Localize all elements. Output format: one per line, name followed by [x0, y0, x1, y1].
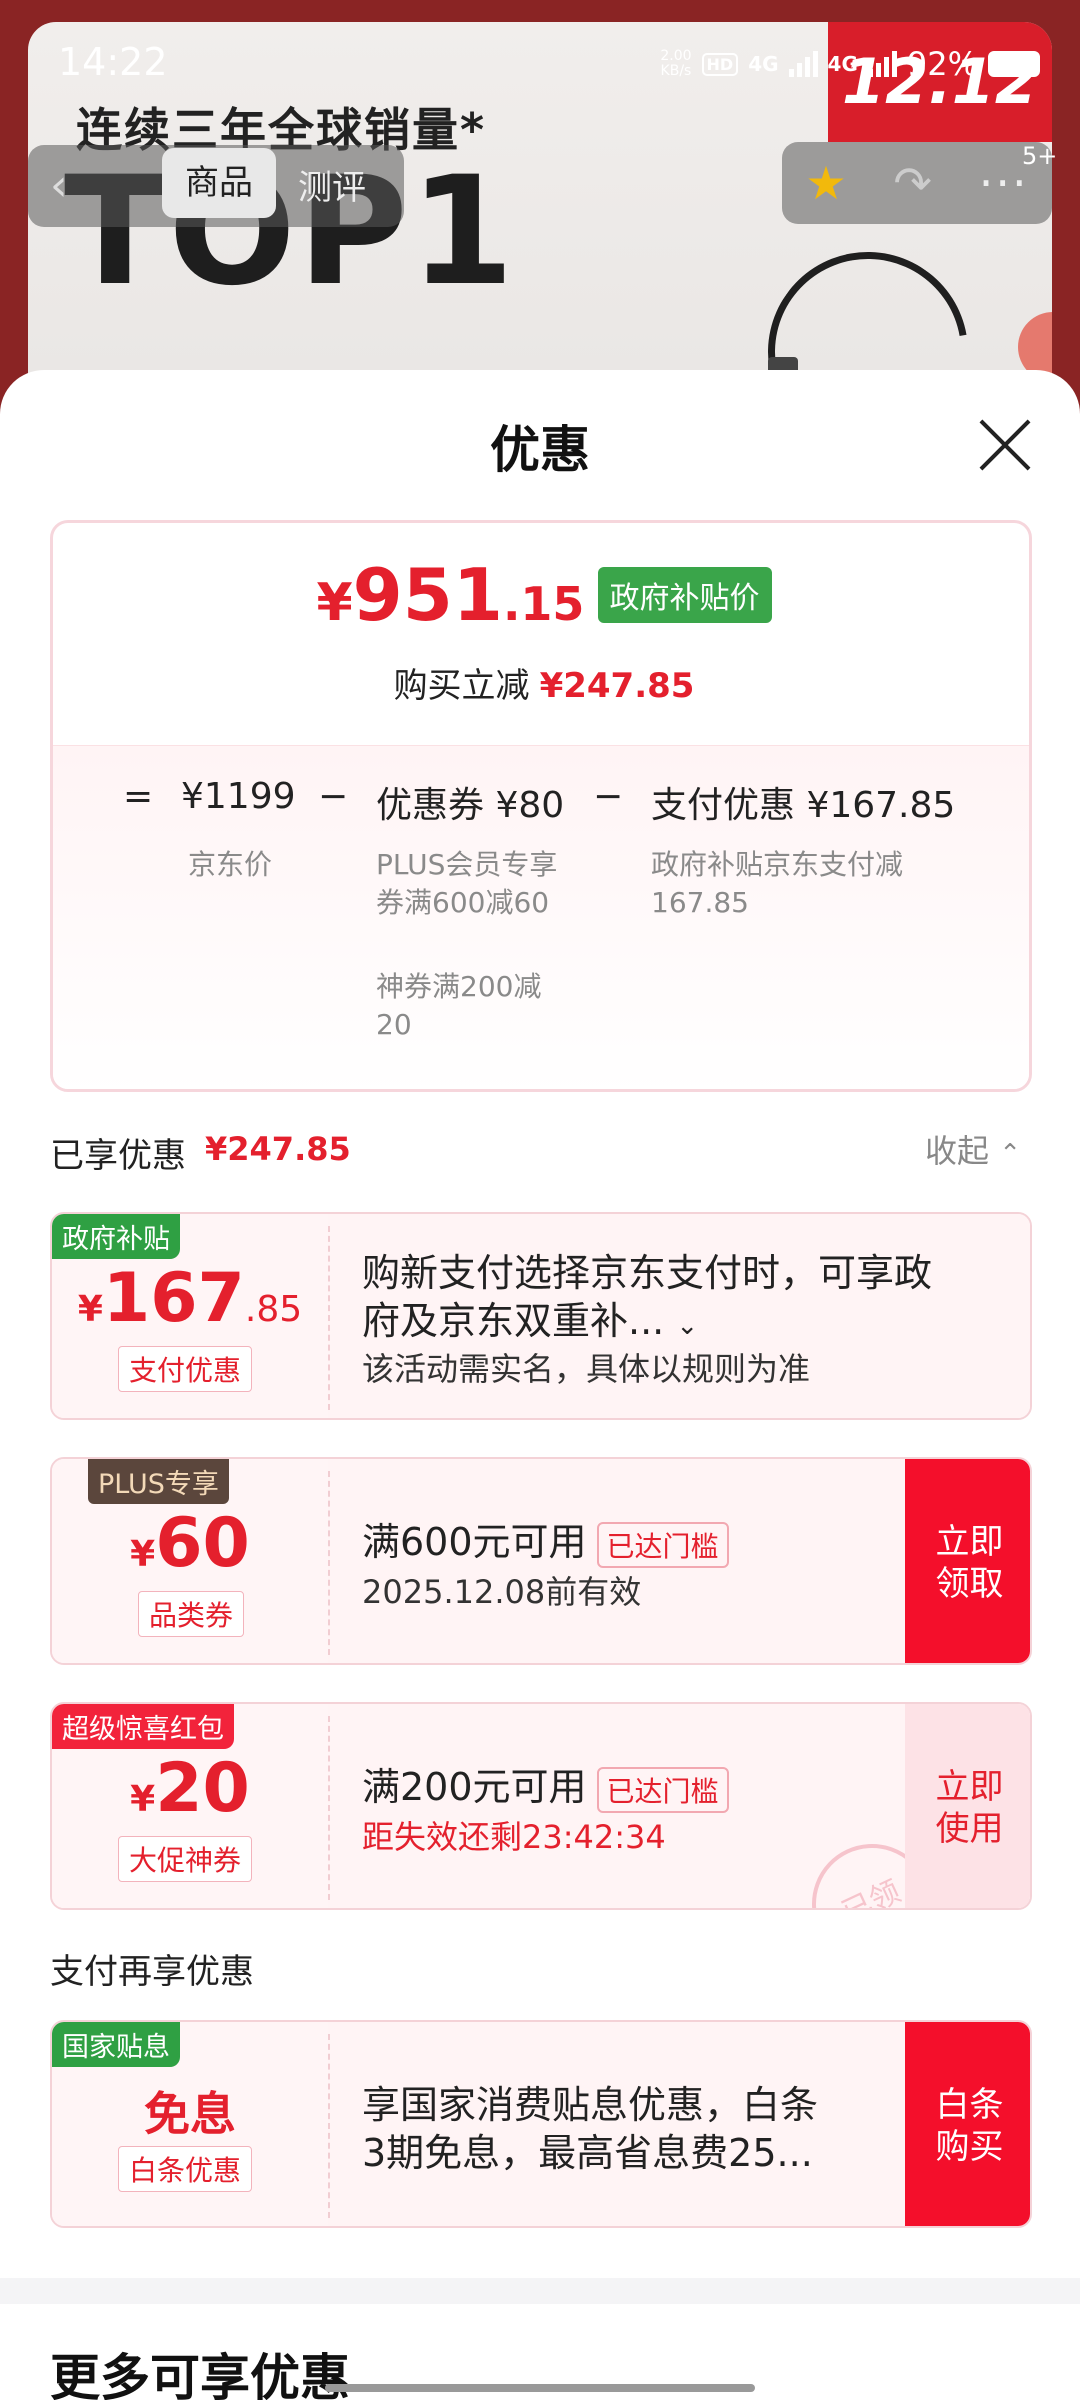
- price-decimal: .15: [502, 577, 585, 631]
- section-separator: [0, 2278, 1080, 2304]
- price-currency: ¥: [316, 573, 353, 633]
- pay-discount-desc: 政府补贴京东支付减167.85: [651, 848, 904, 919]
- coupon-amount: ¥167.85: [77, 1259, 303, 1338]
- collapse-button[interactable]: 收起 ⌃: [925, 1126, 1021, 1172]
- coupon-card-plus: PLUS专享 ¥60 品类券 满600元可用 已达门槛 2025.12.08前有效…: [50, 1457, 1032, 1665]
- hd-icon: HD: [701, 52, 739, 76]
- minus-sign: −: [593, 776, 624, 817]
- coupon-type-label: 大促神券: [118, 1836, 253, 1882]
- network-speed: 2.00 KB/s: [660, 48, 692, 79]
- coupon-amount: ¥60: [130, 1504, 250, 1583]
- coupon-amount: 优惠券 ¥80: [376, 785, 565, 826]
- coupon-threshold: 满200元可用 已达门槛: [362, 1756, 729, 1813]
- equals-sign: =: [123, 776, 154, 817]
- chevron-up-icon: ⌃: [999, 1139, 1021, 1169]
- gov-subsidy-price-tag: 政府补贴价: [597, 567, 772, 623]
- use-coupon-button[interactable]: 立即 使用: [905, 1704, 1030, 1908]
- tab-goods[interactable]: 商品: [162, 148, 276, 218]
- coupon-tag: 政府补贴: [52, 1214, 180, 1259]
- coupon-desc-line2: 3期免息，最高省息费25...: [362, 2131, 813, 2175]
- coupon-desc-line1: 享国家消费贴息优惠，白条: [362, 2083, 819, 2127]
- chevron-down-icon: ⌄: [676, 1311, 699, 1341]
- sim1-label: 4G: [748, 52, 779, 76]
- coupon-countdown: 距失效还剩23:42:34: [362, 1818, 666, 1856]
- interest-free-label: 免息: [144, 2087, 236, 2141]
- jd-price: ¥1199: [181, 776, 296, 817]
- reduction-value: ¥247.85: [539, 666, 695, 706]
- coupon-type-label: 品类券: [138, 1591, 245, 1637]
- coupon-note: 该活动需实名，具体以规则为准: [362, 1350, 811, 1388]
- coupon-tag: 超级惊喜红包: [52, 1704, 234, 1749]
- coupon-divider: [328, 1471, 330, 1655]
- back-icon[interactable]: ‹: [50, 160, 68, 211]
- battery-icon: [988, 51, 1040, 77]
- enjoyed-discount-label: 已享优惠: [50, 1136, 186, 1176]
- purchase-reduction: 购买立减 ¥247.85: [393, 666, 695, 706]
- coupon-desc-plus: PLUS会员专享券满600减60: [376, 848, 558, 919]
- cart-count-badge: 5+: [1022, 142, 1058, 170]
- coupon-divider: [328, 1716, 330, 1900]
- price-summary: ¥951.15 政府补贴价 购买立减 ¥247.85 = ¥1199 京东价 − …: [50, 520, 1032, 1092]
- coupon-desc-shen: 神券满200减20: [376, 970, 542, 1041]
- signal-icon: [788, 51, 818, 77]
- sim2-label: 4G: [827, 52, 858, 76]
- close-icon[interactable]: [975, 415, 1035, 475]
- coupon-type-label: 白条优惠: [118, 2146, 253, 2192]
- status-indicators: 2.00 KB/s HD 4G 4G 92%: [600, 42, 1040, 86]
- coupon-card-gov-subsidy[interactable]: 政府补贴 ¥167.85 支付优惠 购新支付选择京东支付时，可享政 府及京东双重…: [50, 1212, 1032, 1420]
- share-icon[interactable]: ↷: [893, 156, 932, 210]
- enjoyed-discount-value: ¥247.85: [205, 1130, 351, 1168]
- pay-discount-amount: 支付优惠 ¥167.85: [651, 785, 956, 826]
- product-actions: ★ ↷ ···: [782, 142, 1052, 224]
- signal-icon: [867, 51, 897, 77]
- price-integer: 951: [352, 553, 503, 637]
- coupon-type-label: 支付优惠: [118, 1346, 253, 1392]
- threshold-reached-badge: 已达门槛: [596, 1766, 729, 1813]
- coupon-threshold: 满600元可用 已达门槛: [362, 1511, 729, 1568]
- minus-sign: −: [318, 776, 349, 817]
- coupon-card-red-envelope: 超级惊喜红包 ¥20 大促神券 满200元可用 已达门槛 距失效还剩23:42:3…: [50, 1702, 1032, 1910]
- home-indicator[interactable]: [325, 2384, 755, 2392]
- pay-more-discount-label: 支付再享优惠: [50, 1952, 254, 1992]
- coupon-desc-line2[interactable]: 府及京东双重补... ⌄: [362, 1290, 698, 1345]
- coupon-tag: 国家贴息: [52, 2022, 180, 2067]
- coupon-divider: [328, 2034, 330, 2218]
- more-discounts-title: 更多可享优惠: [50, 2349, 350, 2400]
- sheet-title: 优惠: [490, 421, 590, 479]
- battery-percent: 92%: [906, 45, 978, 83]
- threshold-reached-badge: 已达门槛: [596, 1521, 729, 1568]
- baitiao-buy-button[interactable]: 白条 购买: [905, 2022, 1030, 2226]
- coupon-desc-line1: 购新支付选择京东支付时，可享政: [362, 1251, 933, 1295]
- price-breakdown: = ¥1199 京东价 − 优惠券 ¥80 PLUS会员专享券满600减60 神…: [53, 745, 1029, 1089]
- coupon-amount: ¥20: [130, 1749, 250, 1828]
- coupon-divider: [328, 1226, 330, 1410]
- claim-coupon-button[interactable]: 立即 领取: [905, 1459, 1030, 1663]
- coupon-validity: 2025.12.08前有效: [362, 1573, 642, 1611]
- coupon-card-interest-free: 国家贴息 免息 白条优惠 享国家消费贴息优惠，白条 3期免息，最高省息费25..…: [50, 2020, 1032, 2228]
- status-bar: 14:22 2.00 KB/s HD 4G 4G 92%: [0, 0, 1080, 120]
- jd-price-label: 京东价: [188, 848, 273, 881]
- final-price: ¥951.15 政府补贴价: [53, 553, 1029, 637]
- status-time: 14:22: [58, 40, 168, 84]
- tab-review[interactable]: 测评: [298, 160, 366, 209]
- coupon-tag: PLUS专享: [88, 1459, 229, 1504]
- star-icon[interactable]: ★: [805, 156, 846, 210]
